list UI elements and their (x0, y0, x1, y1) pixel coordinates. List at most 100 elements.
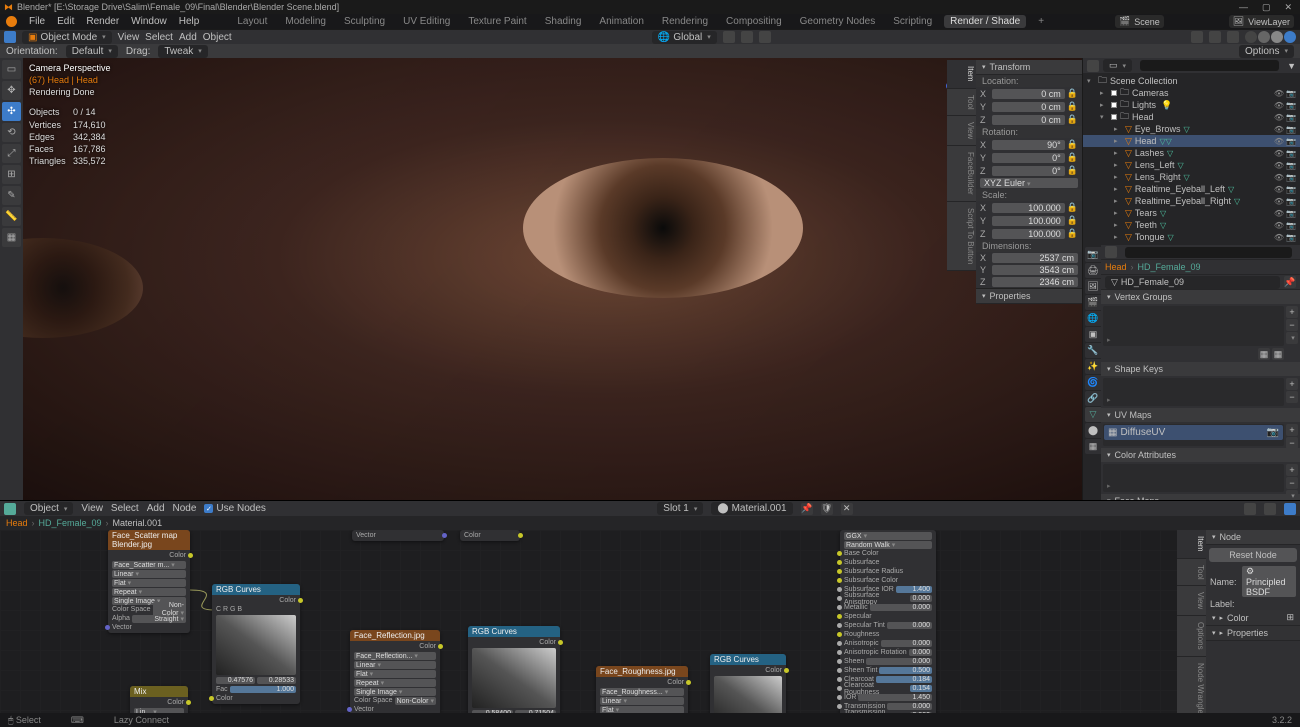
projection[interactable]: Flat (112, 579, 186, 587)
extension[interactable]: Repeat (354, 679, 436, 687)
visible-icon[interactable]: 👁 (1274, 149, 1284, 158)
options-dropdown[interactable]: Options (1239, 45, 1294, 58)
tree-item[interactable]: Teeth (1135, 220, 1157, 230)
3d-viewport[interactable]: Camera Perspective (67) Head | Head Rend… (23, 58, 1082, 500)
visible-icon[interactable]: 👁 (1274, 197, 1284, 206)
prop-value[interactable]: 0.000 (910, 712, 932, 713)
rot-x-value[interactable]: 90° (992, 140, 1065, 150)
remove-button[interactable]: − (1286, 319, 1298, 331)
prop-value[interactable]: 0.000 (909, 649, 932, 656)
ptab-render[interactable]: 📷 (1085, 247, 1101, 262)
tree-item[interactable]: Realtime_Eyeball_Right (1135, 196, 1231, 206)
ntab-facebuilder[interactable]: FaceBuilder (947, 146, 976, 202)
ptab-physics[interactable]: 🌀 (1085, 375, 1101, 390)
node-title[interactable]: Face_Scatter map Blender.jpg (108, 530, 190, 550)
sec-color-attrs[interactable]: Color Attributes (1101, 448, 1300, 462)
menu-help[interactable]: Help (179, 16, 200, 27)
node-vector-out[interactable]: Vector (352, 530, 444, 541)
remove-button[interactable]: − (1286, 437, 1298, 449)
ptab-particles[interactable]: ✨ (1085, 359, 1101, 374)
scl-z-value[interactable]: 100.000 (992, 229, 1065, 239)
render-icon[interactable]: 📷 (1286, 161, 1296, 170)
ptab-constraints[interactable]: 🔗 (1085, 391, 1101, 406)
node-title[interactable]: Face_Roughness.jpg (596, 666, 688, 677)
ntab-tool[interactable]: Tool (1177, 559, 1206, 587)
tab-animation[interactable]: Animation (593, 15, 649, 28)
prop-value[interactable]: 0.000 (881, 640, 932, 647)
tab-shading[interactable]: Shading (539, 15, 588, 28)
extension[interactable]: Repeat (112, 588, 186, 596)
projection[interactable]: Flat (354, 670, 436, 678)
outliner-filter[interactable]: ▭ (1103, 59, 1132, 72)
distribution[interactable]: GGX (844, 532, 932, 540)
rotate-tool[interactable]: ⟲ (2, 123, 21, 142)
bc-object[interactable]: Head (1105, 262, 1127, 272)
tree-item[interactable]: Head (1135, 136, 1157, 146)
curve-x[interactable]: 0.58400 (472, 710, 513, 713)
prop-value[interactable]: 0.000 (866, 658, 932, 665)
ptab-world[interactable]: 🌐 (1085, 311, 1101, 326)
mode-dropdown[interactable]: ▣ Object Mode (22, 31, 112, 44)
sec-vertex-groups[interactable]: Vertex Groups (1101, 290, 1300, 304)
node-mix[interactable]: Mix Color Lin... Clamp Fac0.611 Color1 (130, 686, 188, 713)
lock-icon[interactable]: 🔒 (1067, 228, 1078, 239)
move-tool[interactable]: ✣ (2, 102, 21, 121)
ntab-item[interactable]: Item (947, 60, 976, 89)
visible-icon[interactable]: 👁 (1274, 113, 1284, 122)
close-button[interactable]: ✕ (1284, 2, 1292, 13)
scl-x-value[interactable]: 100.000 (992, 203, 1065, 213)
ntab-tool[interactable]: Tool (947, 89, 976, 117)
tab-add[interactable]: + (1032, 15, 1050, 28)
chevron-down-icon[interactable]: ▾ (1100, 113, 1108, 121)
chevron-right-icon[interactable]: ▸ (1100, 101, 1108, 109)
rot-z-value[interactable]: 0° (992, 166, 1065, 176)
node-image-reflection[interactable]: Face_Reflection.jpg Color Face_Reflectio… (350, 630, 440, 713)
matprev-shading-icon[interactable] (1271, 31, 1283, 43)
overlay-icon[interactable] (1244, 503, 1256, 515)
visible-icon[interactable]: 👁 (1274, 101, 1284, 110)
alpha-mode[interactable]: Straight (132, 615, 186, 623)
pin-icon[interactable]: 📌 (1284, 276, 1296, 288)
render-icon[interactable]: 📷 (1286, 233, 1296, 242)
remove-button[interactable]: − (1286, 391, 1298, 403)
sec-shape-keys[interactable]: Shape Keys (1101, 362, 1300, 376)
node-principled-bsdf[interactable]: GGX Random Walk Base ColorSubsurfaceSubs… (840, 530, 936, 713)
use-nodes-checkbox[interactable]: ✓Use Nodes (204, 503, 265, 514)
scene-selector[interactable]: 🎬 Scene (1115, 15, 1164, 28)
tab-uv[interactable]: UV Editing (397, 15, 456, 28)
proportional-icon[interactable] (759, 31, 771, 43)
visible-icon[interactable]: 👁 (1274, 185, 1284, 194)
rotation-mode[interactable]: XYZ Euler (980, 178, 1078, 188)
prop-value[interactable]: 1.450 (858, 694, 932, 701)
scale-tool[interactable]: ⤢ (2, 144, 21, 163)
drag-select[interactable]: Tweak (158, 45, 207, 58)
panel-header-color[interactable]: ▸ Color⊞ (1206, 610, 1300, 626)
tab-sculpting[interactable]: Sculpting (338, 15, 391, 28)
outliner-tree[interactable]: ▾🗀Scene Collection ▸🗀Cameras👁📷 ▸🗀Lights💡… (1083, 73, 1300, 245)
bc-obj[interactable]: Head (6, 518, 28, 528)
lock-icon[interactable]: 🔒 (1067, 202, 1078, 213)
menu-window[interactable]: Window (131, 16, 167, 27)
node-title[interactable]: RGB Curves (468, 626, 560, 637)
curve-preview[interactable] (714, 676, 782, 713)
render-icon[interactable]: 📷 (1286, 209, 1296, 218)
tab-modeling[interactable]: Modeling (279, 15, 332, 28)
add-button[interactable]: + (1286, 306, 1298, 318)
curve-x[interactable]: 0.47576 (216, 677, 255, 684)
dim-x-value[interactable]: 2537 cm (992, 253, 1078, 263)
colorspace[interactable]: Non-Color (395, 697, 436, 705)
lock-icon[interactable]: 🔒 (1067, 88, 1078, 99)
visible-icon[interactable]: 👁 (1274, 89, 1284, 98)
orientation-select[interactable]: Default (66, 45, 118, 58)
filter-icon[interactable]: ▼ (1287, 61, 1296, 71)
node-rgb-curves-2[interactable]: RGB Curves Color 0.584000.71504 Fac (468, 626, 560, 713)
chevron-right-icon[interactable]: ▸ (1114, 137, 1122, 145)
render-icon[interactable]: 📷 (1286, 197, 1296, 206)
chevron-down-icon[interactable]: ▾ (1087, 77, 1095, 85)
chevron-right-icon[interactable]: ▸ (1114, 185, 1122, 193)
node-view[interactable]: View (81, 503, 103, 514)
annotate-tool[interactable]: ✎ (2, 186, 21, 205)
visible-icon[interactable]: 👁 (1274, 233, 1284, 242)
ptab-data[interactable]: ▽ (1085, 407, 1101, 422)
chevron-right-icon[interactable]: ▸ (1100, 89, 1108, 97)
